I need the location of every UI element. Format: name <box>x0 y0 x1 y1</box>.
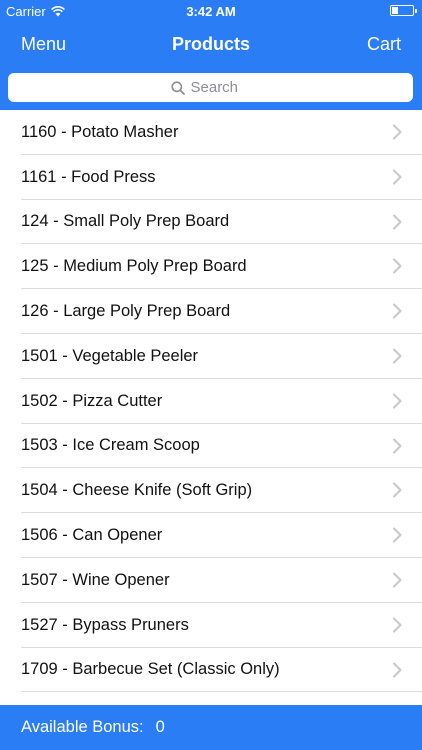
list-item[interactable]: 1161 - Food Press <box>0 155 422 200</box>
chevron-right-icon <box>393 124 402 140</box>
bonus-bar: Available Bonus: 0 <box>0 705 422 750</box>
chevron-right-icon <box>393 303 402 319</box>
bonus-value: 0 <box>155 718 165 736</box>
chevron-right-icon <box>393 438 402 454</box>
search-area <box>0 66 422 110</box>
bonus-label: Available Bonus: <box>21 718 144 736</box>
product-list: 1160 - Potato Masher 1161 - Food Press 124… <box>0 110 422 705</box>
product-label: 124 - Small Poly Prep Board <box>21 212 230 231</box>
menu-button[interactable]: Menu <box>21 34 66 55</box>
search-input[interactable] <box>190 79 251 96</box>
list-item[interactable]: 1504 - Cheese Knife (Soft Grip) <box>0 468 422 513</box>
product-label: 1504 - Cheese Knife (Soft Grip) <box>21 481 253 500</box>
chevron-right-icon <box>393 258 402 274</box>
product-label: 1507 - Wine Opener <box>21 570 170 589</box>
status-bar: Carrier 3:42 AM <box>0 0 422 22</box>
list-item[interactable]: 1501 - Vegetable Peeler <box>0 334 422 379</box>
list-item[interactable]: 124 - Small Poly Prep Board <box>0 200 422 245</box>
chevron-right-icon <box>393 527 402 543</box>
product-label: 1502 - Pizza Cutter <box>21 391 163 410</box>
chevron-right-icon <box>393 617 402 633</box>
product-label: 126 - Large Poly Prep Board <box>21 302 231 321</box>
cart-button[interactable]: Cart <box>367 34 401 55</box>
list-item[interactable]: 1503 - Ice Cream Scoop <box>0 424 422 469</box>
status-time: 3:42 AM <box>186 4 236 19</box>
chevron-right-icon <box>393 214 402 230</box>
list-item[interactable]: 1709 - Barbecue Set (Classic Only) <box>0 648 422 693</box>
search-icon <box>170 80 185 95</box>
list-item[interactable]: 1502 - Pizza Cutter <box>0 379 422 424</box>
product-label: 1160 - Potato Masher <box>21 122 179 141</box>
product-label: 1161 - Food Press <box>21 167 156 186</box>
chevron-right-icon <box>393 348 402 364</box>
chevron-right-icon <box>393 482 402 498</box>
product-label: 1501 - Vegetable Peeler <box>21 346 199 365</box>
product-label: 1506 - Can Opener <box>21 526 163 545</box>
list-item[interactable]: 126 - Large Poly Prep Board <box>0 289 422 334</box>
search-field[interactable] <box>8 73 413 102</box>
chevron-right-icon <box>393 169 402 185</box>
chevron-right-icon <box>393 393 402 409</box>
product-label: 1709 - Barbecue Set (Classic Only) <box>21 660 280 679</box>
product-label: 125 - Medium Poly Prep Board <box>21 257 247 276</box>
product-label: 1527 - Bypass Pruners <box>21 615 189 634</box>
list-item[interactable]: 125 - Medium Poly Prep Board <box>0 244 422 289</box>
list-item[interactable]: 1160 - Potato Masher <box>0 110 422 155</box>
nav-bar: Menu Products Cart <box>0 22 422 66</box>
list-item[interactable]: 1506 - Can Opener <box>0 513 422 558</box>
product-label: 1503 - Ice Cream Scoop <box>21 436 200 455</box>
list-item[interactable]: 1507 - Wine Opener <box>0 558 422 603</box>
battery-icon <box>390 5 417 16</box>
chevron-right-icon <box>393 572 402 588</box>
app-screen: Carrier 3:42 AM Menu Products Cart 1160 … <box>0 0 422 750</box>
list-item[interactable]: 1527 - Bypass Pruners <box>0 603 422 648</box>
chevron-right-icon <box>393 662 402 678</box>
